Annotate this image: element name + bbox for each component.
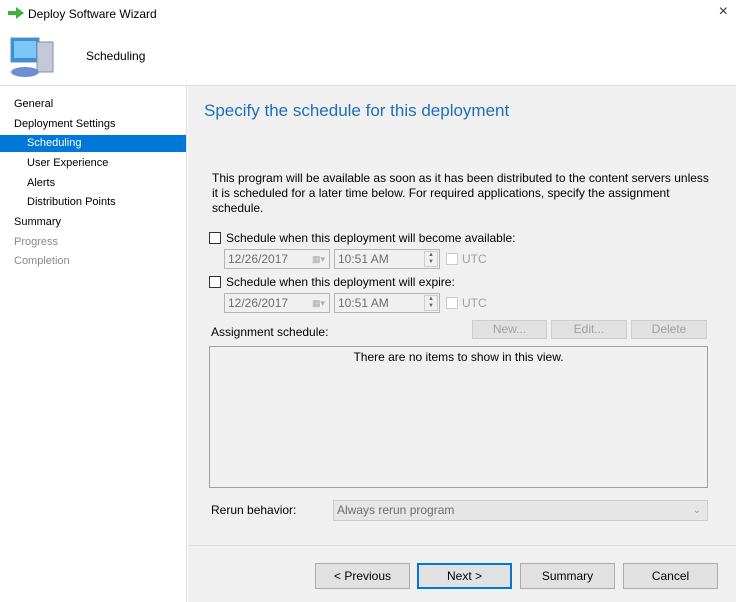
cancel-button[interactable]: Cancel — [623, 563, 718, 589]
available-label: Schedule when this deployment will becom… — [226, 231, 516, 245]
nav-distribution-points[interactable]: Distribution Points — [0, 194, 186, 211]
nav-progress: Progress — [14, 236, 59, 248]
expire-label: Schedule when this deployment will expir… — [226, 275, 455, 289]
nav-deployment-settings[interactable]: Deployment Settings — [0, 116, 186, 133]
available-utc-label: UTC — [462, 252, 487, 266]
available-date: 12/26/2017 — [228, 252, 289, 266]
expire-utc-label: UTC — [462, 296, 487, 310]
chevron-down-icon: ⌄ — [692, 505, 701, 516]
available-utc-checkbox — [446, 253, 458, 265]
available-date-picker[interactable]: 12/26/2017 ▦▾ — [224, 249, 330, 269]
close-icon[interactable]: × — [719, 3, 728, 21]
next-button[interactable]: Next > — [417, 563, 512, 589]
nav-general[interactable]: General — [0, 96, 186, 113]
rerun-behavior-select: Always rerun program ⌄ — [333, 500, 708, 521]
new-button: New... — [472, 320, 547, 339]
expire-time-picker[interactable]: 10:51 AM ▲ ▼ — [334, 293, 440, 313]
calendar-dropdown-icon: ▦▾ — [311, 254, 325, 264]
spinner-icon[interactable]: ▲ ▼ — [424, 295, 438, 311]
expire-time: 10:51 AM — [338, 296, 389, 310]
arrow-right-icon — [8, 7, 24, 19]
wizard-nav: General Deployment Settings Scheduling U… — [0, 86, 187, 602]
nav-alerts[interactable]: Alerts — [0, 175, 186, 192]
expire-date-picker[interactable]: 12/26/2017 ▦▾ — [224, 293, 330, 313]
computer-icon — [10, 37, 54, 77]
wizard-content: Specify the schedule for this deployment… — [188, 86, 736, 602]
available-time: 10:51 AM — [338, 252, 389, 266]
previous-button[interactable]: < Previous — [315, 563, 410, 589]
assignment-schedule-list[interactable]: There are no items to show in this view. — [209, 346, 708, 488]
available-time-picker[interactable]: 10:51 AM ▲ ▼ — [334, 249, 440, 269]
title-bar: Deploy Software Wizard × — [0, 0, 736, 28]
nav-user-experience[interactable]: User Experience — [0, 155, 186, 172]
assignment-schedule-label: Assignment schedule: — [211, 325, 329, 339]
expire-checkbox[interactable] — [209, 276, 221, 288]
expire-utc-checkbox — [446, 297, 458, 309]
page-step-title: Scheduling — [86, 49, 146, 63]
edit-button: Edit... — [551, 320, 627, 339]
wizard-header: Scheduling — [0, 28, 736, 86]
nav-scheduling[interactable]: Scheduling — [0, 135, 186, 152]
empty-list-text: There are no items to show in this view. — [353, 350, 564, 364]
window-title: Deploy Software Wizard — [28, 7, 157, 21]
nav-completion: Completion — [14, 255, 70, 267]
description-text: This program will be available as soon a… — [212, 171, 709, 215]
nav-summary[interactable]: Summary — [0, 214, 186, 231]
delete-button: Delete — [631, 320, 707, 339]
available-checkbox[interactable] — [209, 232, 221, 244]
rerun-value: Always rerun program — [337, 503, 455, 517]
spinner-icon[interactable]: ▲ ▼ — [424, 251, 438, 267]
expire-date: 12/26/2017 — [228, 296, 289, 310]
summary-button[interactable]: Summary — [520, 563, 615, 589]
footer-divider — [188, 545, 736, 546]
calendar-dropdown-icon: ▦▾ — [311, 298, 325, 308]
page-heading: Specify the schedule for this deployment — [204, 101, 510, 120]
rerun-label: Rerun behavior: — [211, 503, 297, 517]
